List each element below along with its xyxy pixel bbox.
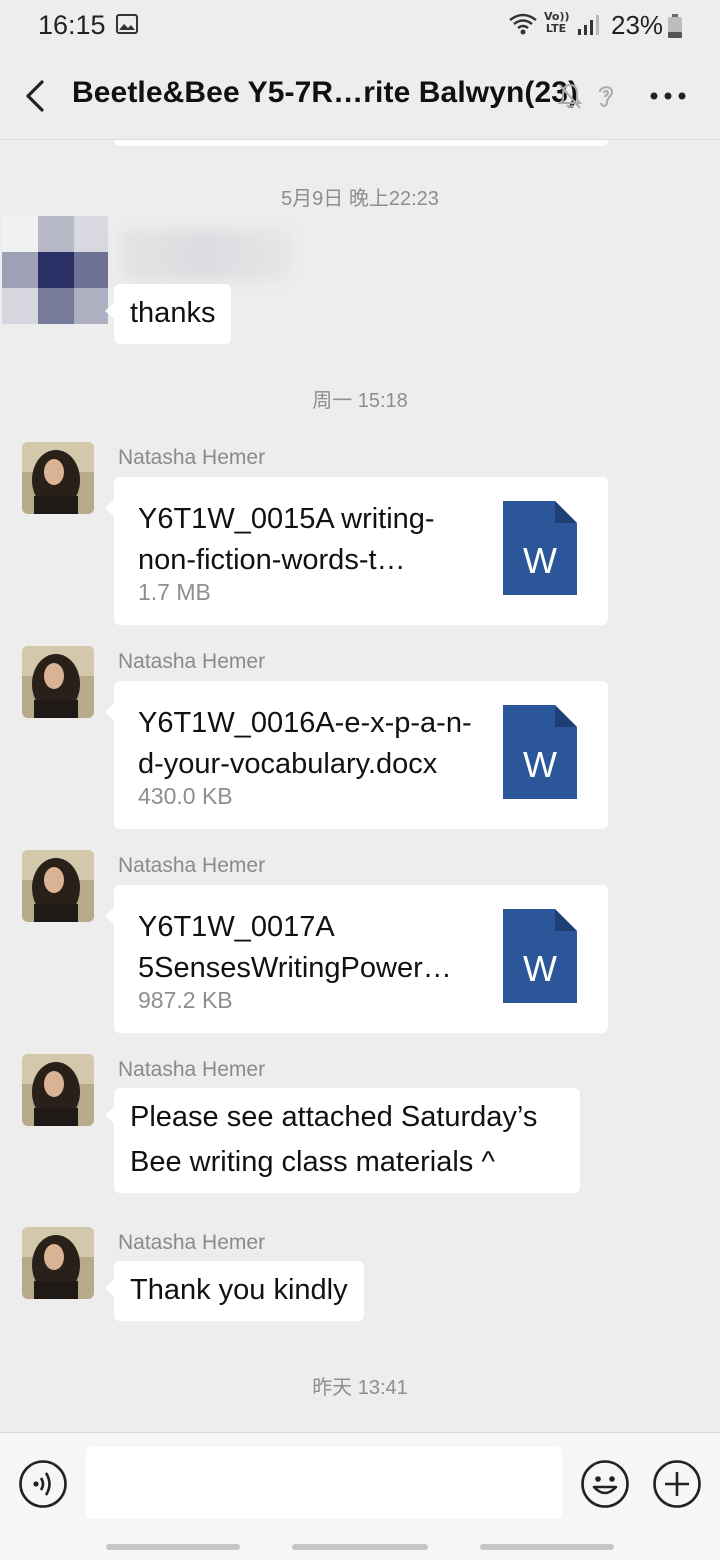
nav-home-handle[interactable]: [292, 1544, 428, 1550]
message-text-line: Please see attached Saturday’s: [130, 1101, 538, 1133]
status-bar: 16:15 Vo)) LTE 23%: [0, 0, 720, 52]
file-attachment-card[interactable]: Y6T1W_0016A-e-x-p-a-n- d-your-vocabulary…: [105, 681, 608, 829]
sender-name: Natasha Hemer: [118, 1058, 266, 1081]
svg-text:W: W: [523, 540, 557, 581]
message-input[interactable]: [86, 1447, 562, 1519]
chat-header: Beetle&Bee Y5-7R…rite Balwyn(23): [0, 52, 720, 140]
file-attachment-card[interactable]: Y6T1W_0017A 5SensesWritingPower… 987.2 K…: [105, 885, 608, 1033]
message-text: thanks: [130, 297, 216, 329]
voice-input-icon[interactable]: [18, 1459, 68, 1509]
sender-name: Natasha Hemer: [118, 1231, 266, 1254]
gallery-notification-icon: [116, 14, 138, 34]
nav-recent-handle[interactable]: [106, 1544, 240, 1550]
avatar[interactable]: [22, 1054, 94, 1126]
plus-icon[interactable]: [652, 1459, 702, 1509]
word-document-icon: W: [503, 501, 577, 595]
sender-name: Natasha Hemer: [118, 446, 266, 469]
word-document-icon: W: [503, 909, 577, 1003]
svg-text:W: W: [523, 948, 557, 989]
avatar[interactable]: [2, 216, 108, 324]
message-bubble[interactable]: Thank you kindly: [105, 1261, 364, 1321]
ear-icon: [599, 86, 614, 107]
emoji-icon[interactable]: [580, 1459, 630, 1509]
chat-message-list[interactable]: 5月9日 晚上22:23 thanks 周一 15:18 Natasha Hem…: [0, 140, 720, 1432]
system-navigation-bar: [0, 1534, 720, 1560]
more-options-icon[interactable]: [648, 88, 688, 104]
file-name: Y6T1W_0015A writing- non-fiction-words-t…: [138, 503, 435, 576]
file-size: 987.2 KB: [138, 987, 233, 1013]
signal-icon: [578, 15, 599, 35]
file-name: Y6T1W_0017A 5SensesWritingPower…: [138, 911, 452, 984]
status-time: 16:15: [38, 10, 106, 40]
chat-title[interactable]: Beetle&Bee Y5-7R…rite Balwyn(23): [72, 76, 578, 110]
wifi-icon: [509, 13, 537, 35]
timestamp: 5月9日 晚上22:23: [281, 188, 439, 210]
blurred-sender-name: [120, 230, 290, 280]
message-bubble[interactable]: thanks: [104, 284, 232, 344]
file-attachment-card[interactable]: Y6T1W_0015A writing- non-fiction-words-t…: [105, 477, 608, 625]
avatar[interactable]: [22, 442, 94, 514]
battery-level: 23%: [611, 10, 664, 40]
lte-icon: Vo)) LTE: [544, 10, 570, 35]
file-name: Y6T1W_0016A-e-x-p-a-n- d-your-vocabulary…: [138, 707, 472, 780]
previous-message-bubble[interactable]: [114, 140, 608, 146]
sender-name: Natasha Hemer: [118, 854, 266, 877]
file-size: 430.0 KB: [138, 783, 233, 809]
message-text: Thank you kindly: [130, 1274, 348, 1306]
timestamp: 周一 15:18: [312, 390, 408, 412]
file-size: 1.7 MB: [138, 579, 211, 605]
avatar[interactable]: [22, 1227, 94, 1299]
sender-name: Natasha Hemer: [118, 650, 266, 673]
nav-back-handle[interactable]: [480, 1544, 614, 1550]
back-icon[interactable]: [20, 76, 50, 116]
message-text-line: Bee writing class materials ^: [130, 1146, 495, 1178]
mute-icon: [557, 83, 583, 109]
svg-text:W: W: [523, 744, 557, 785]
avatar[interactable]: [22, 850, 94, 922]
timestamp: 昨天 13:41: [312, 1377, 408, 1399]
message-bubble[interactable]: Please see attached Saturday’s Bee writi…: [105, 1088, 580, 1193]
avatar[interactable]: [22, 646, 94, 718]
battery-icon: [668, 14, 682, 38]
word-document-icon: W: [503, 705, 577, 799]
